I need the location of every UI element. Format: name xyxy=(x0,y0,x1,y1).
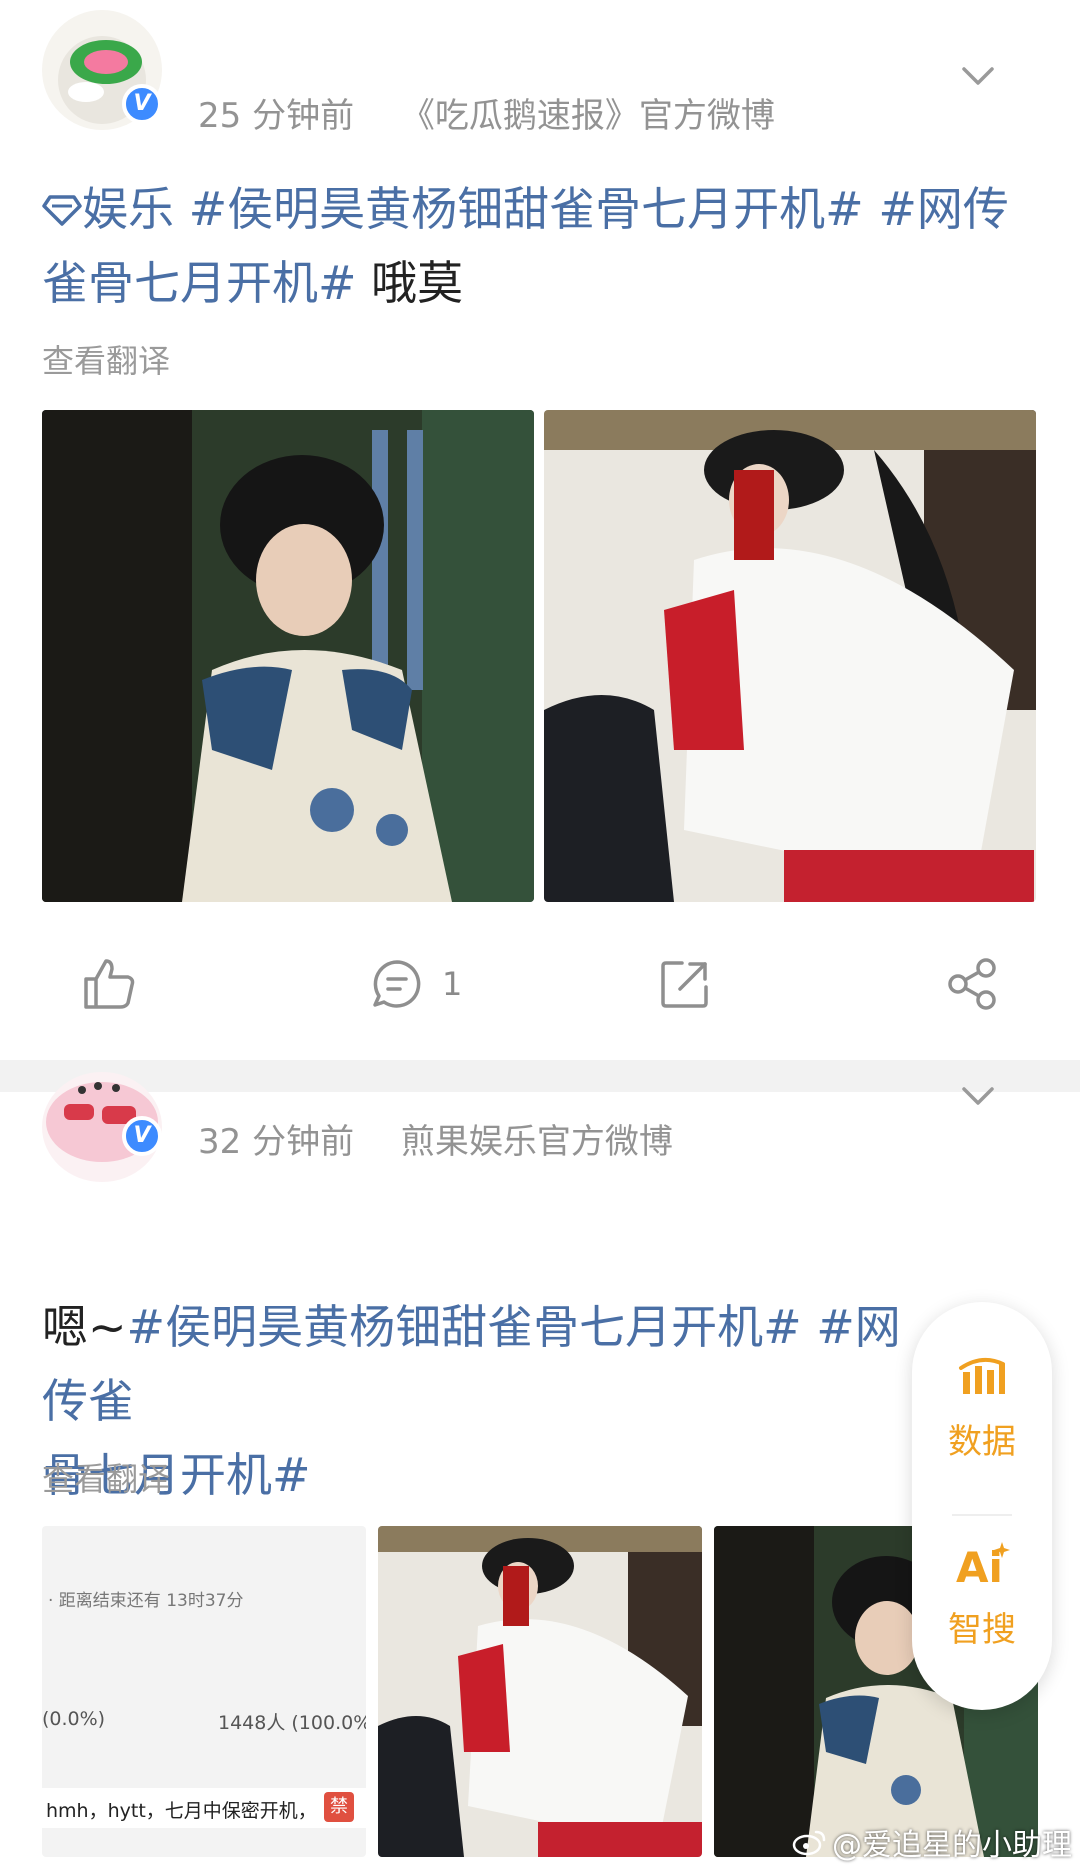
category-label: 娱乐 xyxy=(82,182,174,236)
post-image[interactable] xyxy=(378,1526,702,1857)
comment-count: 1 xyxy=(442,965,463,1003)
post-time: 32 分钟前 xyxy=(198,1122,355,1162)
share-out-icon xyxy=(661,961,708,1008)
verified-badge-icon: V xyxy=(122,1116,162,1156)
comment-icon xyxy=(373,960,421,1008)
share-button[interactable] xyxy=(944,944,998,1024)
watermark-text: @爱追星的小助理 xyxy=(832,1828,1072,1863)
topic-tag[interactable]: #侯明昊黄杨钿甜雀骨七月开机# xyxy=(127,1300,802,1354)
category-tag[interactable]: 娱乐 xyxy=(42,182,189,236)
watermark: @爱追星的小助理 xyxy=(792,1820,1072,1864)
bar-chart-icon[interactable] xyxy=(957,1350,1007,1396)
screenshot-left-percent: (0.0%) xyxy=(42,1708,106,1730)
post-meta: 25 分钟前 《吃瓜鹅速报》官方微博 xyxy=(198,88,811,137)
topic-tag[interactable]: 雀骨七月开机# xyxy=(42,256,357,310)
post-body: 嗯~ xyxy=(42,1300,127,1354)
like-button[interactable] xyxy=(82,944,136,1024)
post-text: 娱乐 #侯明昊黄杨钿甜雀骨七月开机# #网传 雀骨七月开机# 哦莫 xyxy=(42,172,1042,320)
action-bar: 1 xyxy=(0,944,1080,1024)
comment-button[interactable]: 1 xyxy=(370,944,462,1024)
post-body: 哦莫 xyxy=(371,256,464,310)
post-time: 25 分钟前 xyxy=(198,96,355,136)
translate-link[interactable]: 查看翻译 xyxy=(42,336,170,382)
post-image[interactable]: · 距离结束还有 13时37分 (0.0%) 1448人 (100.0% hmh… xyxy=(42,1526,366,1857)
post-source: 煎果娱乐官方微博 xyxy=(400,1122,673,1162)
post-meta: 32 分钟前 煎果娱乐官方微博 xyxy=(198,1114,709,1163)
weibo-logo-icon xyxy=(792,1830,826,1856)
translate-link[interactable]: 查看翻译 xyxy=(42,1454,170,1500)
thumbs-up-icon xyxy=(84,959,135,1009)
topic-tag[interactable]: #网传 xyxy=(878,182,1009,236)
screenshot-countdown: · 距离结束还有 13时37分 xyxy=(48,1591,244,1611)
divider xyxy=(952,1514,1012,1516)
screenshot-right-count: 1448人 (100.0% xyxy=(218,1712,366,1734)
post-card: V 25 分钟前 《吃瓜鹅速报》官方微博 娱乐 #侯明昊黄杨钿甜雀骨七月开机# … xyxy=(0,0,1080,1060)
floating-toolbar: 数据 Ai 智搜 xyxy=(912,1302,1052,1710)
smart-search-button[interactable]: 智搜 xyxy=(912,1602,1052,1651)
screenshot-note-bar: hmh，hytt，七月中保密开机， 禁 xyxy=(42,1788,366,1828)
chevron-down-icon[interactable] xyxy=(958,1076,998,1116)
data-button[interactable]: 数据 xyxy=(912,1414,1052,1463)
divider xyxy=(0,1060,1080,1092)
screenshot-note: hmh，hytt，七月中保密开机， xyxy=(46,1800,317,1822)
ban-badge: 禁 xyxy=(324,1792,354,1822)
topic-tag[interactable]: #侯明昊黄杨钿甜雀骨七月开机# xyxy=(189,182,864,236)
ai-icon[interactable]: Ai xyxy=(954,1538,1010,1588)
post-source: 《吃瓜鹅速报》官方微博 xyxy=(400,96,775,136)
post-image[interactable] xyxy=(544,410,1036,902)
chevron-down-icon[interactable] xyxy=(958,56,998,96)
post-image[interactable] xyxy=(42,410,534,902)
diamond-icon xyxy=(42,195,82,226)
verified-badge-icon: V xyxy=(122,84,162,124)
repost-button[interactable] xyxy=(658,944,712,1024)
post-text: 嗯~#侯明昊黄杨钿甜雀骨七月开机# #网传雀 骨七月开机# xyxy=(42,1290,942,1512)
share-nodes-icon xyxy=(948,958,996,1010)
